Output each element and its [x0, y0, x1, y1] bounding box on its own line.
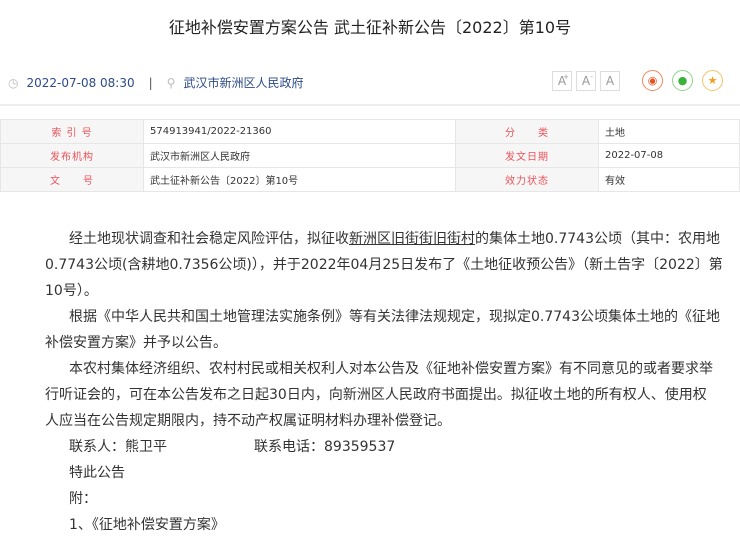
label-validity: 效力状态 [455, 167, 599, 192]
favorite-star-icon[interactable]: ★ [702, 70, 723, 91]
paragraph-line: 人应当在公告规定期限内，持不动产权属证明材料办理补偿登记。 [45, 413, 451, 429]
weibo-share-icon[interactable]: ◉ [642, 70, 663, 91]
font-decrease-button[interactable]: A- [576, 71, 596, 91]
font-reset-button[interactable]: A [600, 71, 620, 91]
contact-line: 联系人：熊卫平 联系电话：89359537 [45, 434, 723, 460]
meta-separator: | [148, 75, 153, 90]
font-decrease-label: A [581, 74, 591, 88]
font-increase-button[interactable]: A + [552, 71, 572, 91]
value-issuer: 武汉市新洲区人民政府 [143, 143, 456, 168]
value-validity: 有效 [598, 167, 740, 192]
paragraph-line: 根据《中华人民共和国土地管理法实施条例》等有关法律法规规定，现拟定0.7743公… [69, 309, 720, 325]
value-doc-number: 武土征补新公告〔2022〕第10号 [143, 167, 456, 192]
table-row: 索 引 号 574913941/2022-21360 分 类 土地 [0, 119, 740, 144]
label-issue-date: 发文日期 [455, 143, 599, 168]
attachment-item[interactable]: 1、《征地补偿安置方案》 [45, 512, 723, 538]
table-row: 发布机构 武汉市新洲区人民政府 发文日期 2022-07-08 [0, 143, 740, 168]
publish-datetime: 2022-07-08 08:30 [26, 75, 135, 90]
paragraph-line: 行听证会的，可在本公告发布之日起30日内，向新洲区人民政府书面提出。拟征收土地的… [45, 387, 707, 403]
closing-text: 特此公告 [69, 465, 125, 481]
divider [0, 104, 740, 106]
village-link[interactable]: 新洲区旧街街旧街村 [349, 231, 475, 247]
text: 经土地现状调查和社会稳定风险评估，拟征收 [69, 231, 349, 247]
label-index-number: 索 引 号 [0, 119, 144, 144]
text: 的集体土地0.7743公顷（其中：农用地 [475, 231, 720, 247]
share-buttons: ◉ ● ★ [642, 70, 723, 91]
font-size-controls: A + A- A [552, 71, 620, 91]
meta-row: ◷ 2022-07-08 08:30 | ⚲ 武汉市新洲区人民政府 [8, 74, 303, 91]
label-category: 分 类 [455, 119, 599, 144]
paragraph-line: 本农村集体经济组织、农村村民或相关权利人对本公告及《征地补偿安置方案》有不同意见… [69, 361, 713, 377]
info-table: 索 引 号 574913941/2022-21360 分 类 土地 发布机构 武… [0, 119, 740, 192]
contact-person: 联系人：熊卫平 [69, 439, 167, 455]
wechat-share-icon[interactable]: ● [672, 70, 693, 91]
label-issuer: 发布机构 [0, 143, 144, 168]
paragraph-line: 10号）。 [45, 283, 98, 299]
attachment-label: 附： [69, 491, 97, 507]
value-issue-date: 2022-07-08 [598, 143, 740, 168]
page-title: 征地补偿安置方案公告 武土征补新公告〔2022〕第10号 [168, 18, 572, 37]
paragraph-line: 经土地现状调查和社会稳定风险评估，拟征收新洲区旧街街旧街村的集体土地0.7743… [45, 226, 723, 252]
label-doc-number: 文 号 [0, 167, 144, 192]
clock-icon: ◷ [8, 75, 19, 90]
value-index-number: 574913941/2022-21360 [143, 119, 456, 144]
paragraph-line: 补偿安置方案》并予以公告。 [45, 335, 227, 351]
font-reset-label: A [605, 74, 615, 88]
table-row: 文 号 武土征补新公告〔2022〕第10号 效力状态 有效 [0, 167, 740, 192]
publisher: 武汉市新洲区人民政府 [183, 76, 304, 90]
contact-phone: 联系电话：89359537 [254, 439, 396, 455]
article-body: 经土地现状调查和社会稳定风险评估，拟征收新洲区旧街街旧街村的集体土地0.7743… [45, 226, 723, 538]
value-category: 土地 [598, 119, 740, 144]
organization-icon: ⚲ [166, 75, 176, 90]
paragraph-line: 0.7743公顷(含耕地0.7356公顷)），并于2022年04月25日发布了《… [45, 257, 723, 273]
